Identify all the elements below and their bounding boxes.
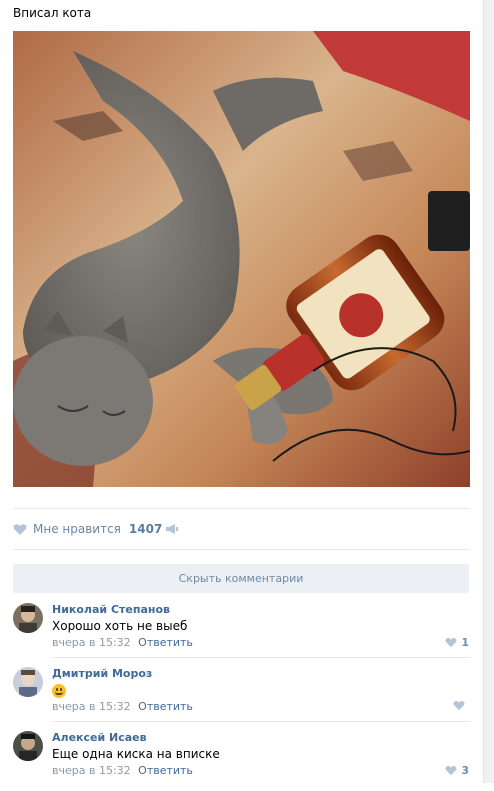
divider	[13, 508, 470, 509]
heart-icon	[445, 638, 457, 648]
comment-text	[52, 683, 66, 698]
hide-comments-button[interactable]: Скрыть комментарии	[13, 564, 469, 593]
avatar[interactable]	[13, 731, 43, 761]
post-photo[interactable]	[13, 31, 470, 487]
avatar-image	[13, 603, 43, 633]
cat-photo-illustration	[13, 31, 470, 487]
comment-like-count: 1	[461, 636, 469, 649]
avatar[interactable]	[13, 603, 43, 633]
scrollbar[interactable]	[483, 0, 494, 783]
avatar-image	[13, 667, 43, 697]
comment-time[interactable]: вчера в 15:32	[52, 636, 131, 649]
divider	[52, 721, 470, 722]
heart-icon	[453, 701, 465, 711]
reply-link[interactable]: Ответить	[138, 764, 193, 777]
avatar[interactable]	[13, 667, 43, 697]
heart-icon	[13, 523, 27, 535]
share-icon[interactable]	[165, 522, 179, 536]
post-text: Вписал кота	[13, 6, 92, 20]
comment-meta: вчера в 15:32 Ответить	[52, 764, 193, 777]
comment-time[interactable]: вчера в 15:32	[52, 764, 131, 777]
divider	[52, 657, 470, 658]
like-count: 1407	[128, 522, 163, 536]
comment-like-button[interactable]	[453, 700, 469, 711]
comment-item: Николай Степанов Хорошо хоть не выеб вче…	[13, 603, 470, 663]
comment-author[interactable]: Николай Степанов	[52, 603, 170, 616]
comment-text: Еще одна киска на вписке	[52, 747, 220, 761]
comment-text: Хорошо хоть не выеб	[52, 619, 188, 633]
grin-emoji-icon	[52, 683, 66, 698]
reply-link[interactable]: Ответить	[138, 700, 193, 713]
comment-author[interactable]: Алексей Исаев	[52, 731, 147, 744]
comment-meta: вчера в 15:32 Ответить	[52, 636, 193, 649]
divider	[13, 549, 470, 550]
comment-meta: вчера в 15:32 Ответить	[52, 700, 193, 713]
comment-like-button[interactable]: 1	[445, 636, 469, 649]
comment-time[interactable]: вчера в 15:32	[52, 700, 131, 713]
comment-like-count: 3	[461, 764, 469, 777]
avatar-image	[13, 731, 43, 761]
comment-item: Алексей Исаев Еще одна киска на вписке в…	[13, 731, 470, 791]
comment-author[interactable]: Дмитрий Мороз	[52, 667, 152, 680]
heart-icon	[445, 766, 457, 776]
comment-item: Дмитрий Мороз вчера в 15:32 Ответить	[13, 667, 470, 727]
wall-post: Вписал кота Мне нравится 1407 Скрыть ком…	[0, 0, 483, 783]
like-label: Мне нравится	[33, 522, 121, 536]
comment-like-button[interactable]: 3	[445, 764, 469, 777]
reply-link[interactable]: Ответить	[138, 636, 193, 649]
like-button[interactable]: Мне нравится 1407	[13, 520, 162, 538]
